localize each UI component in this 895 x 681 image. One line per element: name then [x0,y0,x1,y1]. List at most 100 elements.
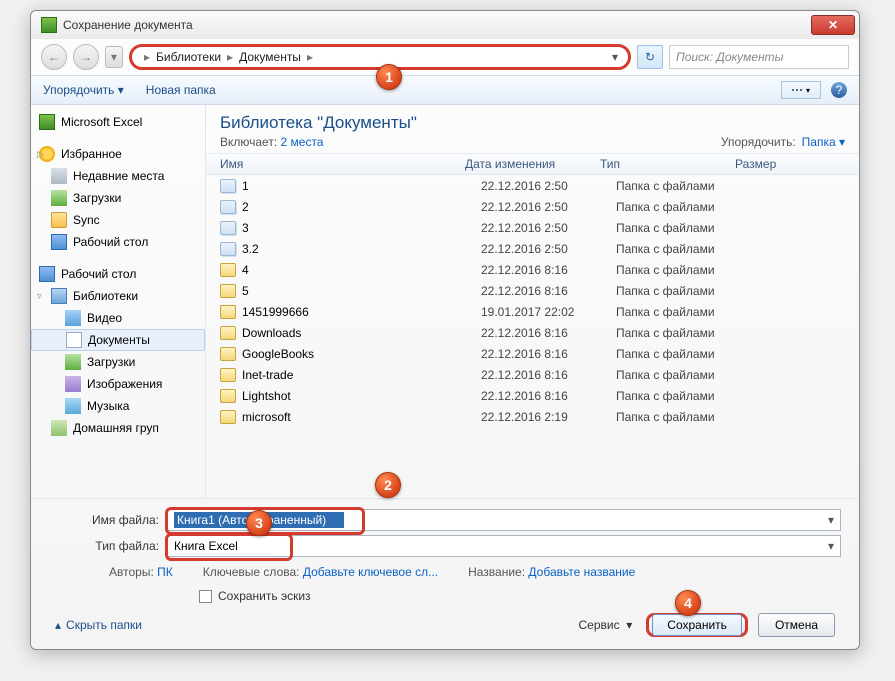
sort-value[interactable]: Папка ▾ [802,135,845,149]
organize-button[interactable]: Упорядочить ▾ [43,83,124,97]
col-type[interactable]: Тип [600,157,735,171]
sidebar-item-documents[interactable]: Документы [31,329,205,351]
file-type: Папка с файлами [616,368,751,382]
recent-locations-button[interactable]: ▾ [105,46,123,68]
sidebar-item-excel[interactable]: Microsoft Excel [31,111,205,133]
sidebar-item-images[interactable]: Изображения [31,373,205,395]
filetype-select[interactable]: Книга Excel ▾ [167,535,841,557]
help-icon: ? [836,83,843,97]
library-title: Библиотека "Документы" [220,113,721,133]
sidebar-item-label: Недавние места [73,169,164,183]
refresh-button[interactable]: ↻ [637,45,663,69]
close-icon: ✕ [828,18,838,32]
file-type: Папка с файлами [616,389,751,403]
table-row[interactable]: Inet-trade22.12.2016 8:16Папка с файлами [206,364,859,385]
folder-icon [220,242,236,256]
sidebar-item-downloads-lib[interactable]: Загрузки [31,351,205,373]
chevron-down-icon[interactable]: ▾ [828,539,834,553]
search-input[interactable]: Поиск: Документы [669,45,849,69]
hide-folders-label: Скрыть папки [66,618,142,632]
window-title: Сохранение документа [63,18,193,32]
file-type: Папка с файлами [616,410,751,424]
folder-icon [220,179,236,193]
title-meta-label: Название: [468,565,525,579]
sidebar-item-desktop[interactable]: Рабочий стол [31,263,205,285]
video-icon [65,310,81,326]
libraries-icon [51,288,67,304]
table-row[interactable]: Lightshot22.12.2016 8:16Папка с файлами [206,385,859,406]
crumb-documents[interactable]: Документы [239,50,301,64]
chevron-right-icon: ▸ [225,50,235,64]
sidebar-item-label: Документы [88,333,150,347]
sidebar-item-homegroup[interactable]: Домашняя груп [31,417,205,439]
cancel-button[interactable]: Отмена [758,613,835,637]
col-size[interactable]: Размер [735,157,815,171]
help-button[interactable]: ? [831,82,847,98]
file-date: 22.12.2016 8:16 [481,263,616,277]
col-date[interactable]: Дата изменения [465,157,600,171]
sidebar-item-label: Домашняя груп [73,421,159,435]
folder-icon [220,389,236,403]
keywords-value[interactable]: Добавьте ключевое сл... [303,565,438,579]
file-name: 1451999666 [242,305,481,319]
view-button[interactable]: ▾ [781,81,821,99]
sidebar-item-desktop-fav[interactable]: Рабочий стол [31,231,205,253]
toolbar: Упорядочить ▾ Новая папка ▾ ? [31,75,859,105]
filetype-label: Тип файла: [49,539,167,553]
title-meta-value[interactable]: Добавьте название [528,565,635,579]
table-row[interactable]: 522.12.2016 8:16Папка с файлами [206,280,859,301]
save-button[interactable]: Сохранить [652,614,742,636]
file-type: Папка с файлами [616,221,751,235]
sidebar-item-favorites[interactable]: ▷ Избранное [31,143,205,165]
tools-button[interactable]: Сервис ▾ [579,618,633,632]
table-row[interactable]: 322.12.2016 2:50Папка с файлами [206,217,859,238]
hide-folders-button[interactable]: ▴ Скрыть папки [55,618,142,632]
sidebar-item-label: Рабочий стол [61,267,136,281]
table-row[interactable]: 3.222.12.2016 2:50Папка с файлами [206,238,859,259]
file-date: 22.12.2016 8:16 [481,347,616,361]
sidebar-item-libraries[interactable]: ▿ Библиотеки [31,285,205,307]
excel-icon [41,17,57,33]
authors-value[interactable]: ПК [157,565,173,579]
back-button[interactable]: ← [41,44,67,70]
sidebar-item-recent[interactable]: Недавние места [31,165,205,187]
file-date: 22.12.2016 2:50 [481,221,616,235]
sidebar-item-label: Изображения [87,377,162,391]
new-folder-button[interactable]: Новая папка [146,83,216,97]
file-type: Папка с файлами [616,200,751,214]
chevron-down-icon[interactable]: ▾ [828,513,834,527]
download-icon [65,354,81,370]
save-thumbnail-checkbox[interactable] [199,590,212,603]
sidebar-item-music[interactable]: Музыка [31,395,205,417]
file-name: 5 [242,284,481,298]
col-name[interactable]: Имя [220,157,465,171]
sidebar-item-sync[interactable]: Sync [31,209,205,231]
file-name: 1 [242,179,481,193]
file-type: Папка с файлами [616,242,751,256]
includes-link[interactable]: 2 места [281,135,324,149]
table-row[interactable]: 222.12.2016 2:50Папка с файлами [206,196,859,217]
table-row[interactable]: 422.12.2016 8:16Папка с файлами [206,259,859,280]
file-date: 22.12.2016 8:16 [481,326,616,340]
chevron-right-icon: ▸ [305,50,315,64]
table-row[interactable]: microsoft22.12.2016 2:19Папка с файлами [206,406,859,427]
file-name: Downloads [242,326,481,340]
close-button[interactable]: ✕ [811,15,855,35]
file-name: GoogleBooks [242,347,481,361]
table-row[interactable]: 145199966619.01.2017 22:02Папка с файлам… [206,301,859,322]
crumb-libraries[interactable]: Библиотеки [156,50,221,64]
chevron-down-icon[interactable]: ▾ [612,50,618,64]
file-name: 4 [242,263,481,277]
forward-button[interactable]: → [73,44,99,70]
file-type: Папка с файлами [616,326,751,340]
arrow-left-icon: ← [48,50,60,64]
sidebar-item-video[interactable]: Видео [31,307,205,329]
save-thumbnail-label: Сохранить эскиз [218,589,311,603]
table-row[interactable]: Downloads22.12.2016 8:16Папка с файлами [206,322,859,343]
sidebar-item-downloads[interactable]: Загрузки [31,187,205,209]
file-name: 3.2 [242,242,481,256]
table-row[interactable]: 122.12.2016 2:50Папка с файлами [206,175,859,196]
excel-icon [39,114,55,130]
file-type: Папка с файлами [616,347,751,361]
table-row[interactable]: GoogleBooks22.12.2016 8:16Папка с файлам… [206,343,859,364]
